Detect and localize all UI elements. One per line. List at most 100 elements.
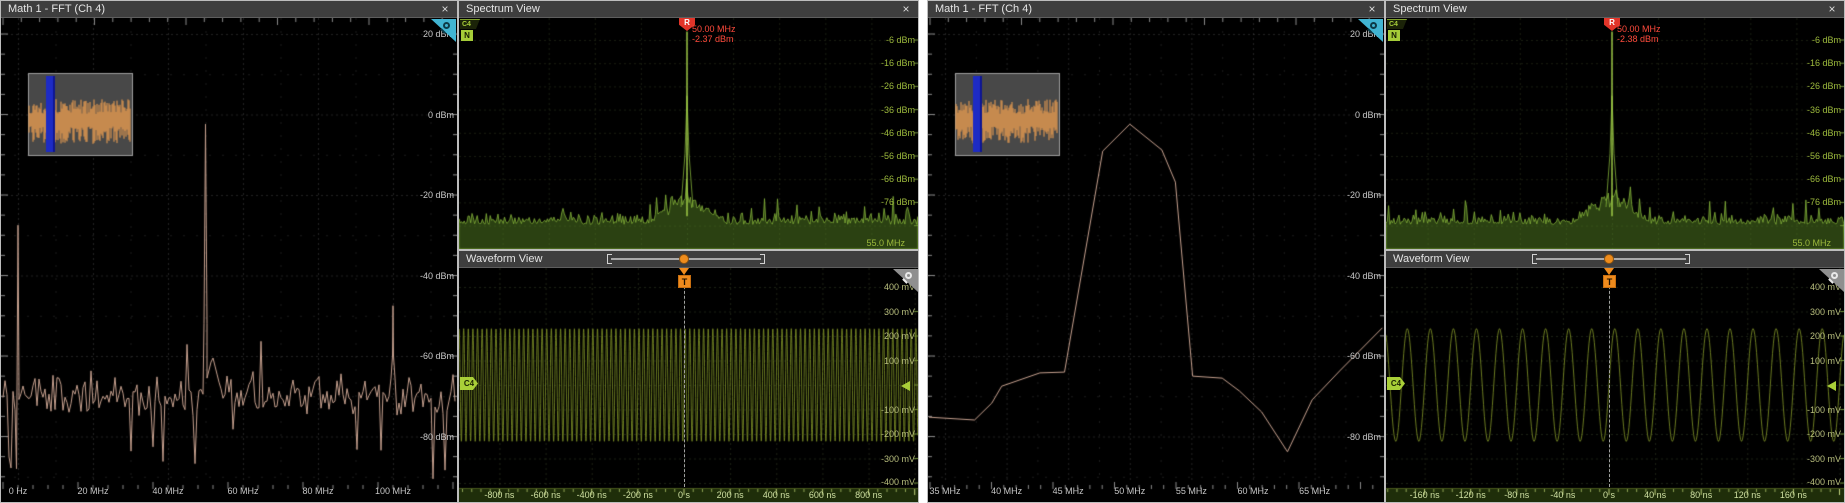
tick-label: 60 MHz [1222,486,1284,496]
tick-label: 100 mV [853,356,915,366]
panel-header-math-fft-left[interactable]: Math 1 - FFT (Ch 4) × [1,1,457,18]
tick-label: 40 MHz [976,486,1038,496]
tick-label: -66 dBm [1779,174,1841,184]
tick-label: -16 dBm [853,58,915,68]
close-icon[interactable]: × [1825,1,1839,17]
waveform-plot-left[interactable] [459,268,918,502]
panel-header-spectrum-right[interactable]: Spectrum View × [1386,1,1844,18]
tick-label: 160 ns [1762,490,1824,500]
tick-label: 40 MHz [137,486,199,496]
spectrum-trace-type-badge[interactable]: N [461,30,473,41]
scrollbar-right-bracket[interactable] [1685,254,1690,264]
trigger-flag[interactable]: T [1603,275,1616,288]
spectrum-plot-right[interactable] [1386,18,1844,249]
close-icon[interactable]: × [899,1,913,17]
marker-frequency-readout: 50.00 MHz [692,24,736,34]
scrollbar-right-bracket[interactable] [760,254,765,264]
tick-label: -20 dBm [1319,190,1381,200]
tick-label: -100 mV [1779,405,1841,415]
tick-label: -60 dBm [392,351,454,361]
fft-plot-right[interactable] [928,18,1384,502]
trigger-arrow-icon[interactable] [679,268,689,275]
tick-label: 80 MHz [287,486,349,496]
scrollbar-left-bracket[interactable] [607,254,612,264]
tick-label: -60 dBm [1319,351,1381,361]
tick-label: 45 MHz [1037,486,1099,496]
tick-label: -66 dBm [853,174,915,184]
tick-label: 200 mV [853,331,915,341]
tick-label: 65 MHz [1284,486,1346,496]
tick-label: -46 dBm [1779,128,1841,138]
trigger-position-line [1609,276,1610,487]
tick-label: 20 MHz [62,486,124,496]
spectrum-plot-left[interactable] [459,18,918,249]
magnifier-icon [905,272,912,279]
magnifier-icon [1831,272,1838,279]
marker-amplitude-readout: -2.37 dBm [692,34,734,44]
trigger-flag[interactable]: T [678,275,691,288]
tick-label: -76 dBm [853,197,915,207]
panel-title: Math 1 - FFT (Ch 4) [8,3,105,15]
tick-label: -16 dBm [1779,58,1841,68]
marker-amplitude-readout: -2.38 dBm [1617,34,1659,44]
panel-title: Waveform View [1393,253,1469,265]
tick-label: 0 dBm [1319,110,1381,120]
close-icon[interactable]: × [1365,1,1379,17]
tick-label: -36 dBm [853,105,915,115]
tick-label: -46 dBm [853,128,915,138]
tick-label: -200 mV [1779,429,1841,439]
tick-label: -26 dBm [853,81,915,91]
panel-math-fft-right: Math 1 - FFT (Ch 4) × [927,0,1385,503]
tick-label: 300 mV [1779,307,1841,317]
tick-label: -200 mV [853,429,915,439]
tick-label: -26 dBm [1779,81,1841,91]
tick-label: -400 mV [853,477,915,487]
fft-plot-left[interactable] [1,18,457,502]
panel-header-spectrum-left[interactable]: Spectrum View × [459,1,918,18]
tick-label: 0 Hz [0,486,49,496]
tick-label: 800 ns [838,490,900,500]
panel-title: Waveform View [466,253,542,265]
trigger-position-line [684,276,685,487]
panel-spectrum-left: Spectrum View × [458,0,919,250]
trigger-position-indicator[interactable] [679,254,689,264]
scrollbar-left-bracket[interactable] [1532,254,1537,264]
magnifier-icon [1370,22,1377,29]
tick-label: -80 dBm [1319,432,1381,442]
tick-label: -40 dBm [392,271,454,281]
tick-label: -400 mV [1779,477,1841,487]
tick-label: 300 mV [853,307,915,317]
tick-label: 55 MHz [1160,486,1222,496]
tick-label: -100 mV [853,405,915,415]
trigger-position-indicator[interactable] [1604,254,1614,264]
panel-title: Math 1 - FFT (Ch 4) [935,3,1032,15]
panel-title: Spectrum View [466,3,540,15]
trigger-arrow-icon[interactable] [1604,268,1614,275]
tick-label: -36 dBm [1779,105,1841,115]
spectrum-trace-type-badge[interactable]: N [1388,30,1400,41]
tick-label: 100 mV [1779,356,1841,366]
tick-label: 0 dBm [392,110,454,120]
panel-math-fft-left: Math 1 - FFT (Ch 4) × [0,0,458,503]
tick-label: 60 MHz [212,486,274,496]
tick-label: -76 dBm [1779,197,1841,207]
span-edge-frequency-label: 55.0 MHz [1771,238,1831,248]
close-icon[interactable]: × [438,1,452,17]
marker-frequency-readout: 50.00 MHz [1617,24,1661,34]
tick-label: -20 dBm [392,190,454,200]
tick-label: -56 dBm [853,151,915,161]
tick-label: -300 mV [1779,454,1841,464]
tick-label: 200 mV [1779,331,1841,341]
panel-title: Spectrum View [1393,3,1467,15]
tick-label: 100 MHz [362,486,424,496]
tick-label: -80 dBm [392,432,454,442]
tick-label: -56 dBm [1779,151,1841,161]
span-edge-frequency-label: 55.0 MHz [845,238,905,248]
tick-label: 50 MHz [1099,486,1161,496]
tick-label: -6 dBm [853,35,915,45]
magnifier-icon [443,22,450,29]
panel-spectrum-right: Spectrum View × [1385,0,1845,250]
panel-header-math-fft-right[interactable]: Math 1 - FFT (Ch 4) × [928,1,1384,18]
waveform-plot-right[interactable] [1386,268,1844,502]
oscilloscope-screen: Math 1 - FFT (Ch 4) × Spectrum View × Wa… [0,0,1845,503]
